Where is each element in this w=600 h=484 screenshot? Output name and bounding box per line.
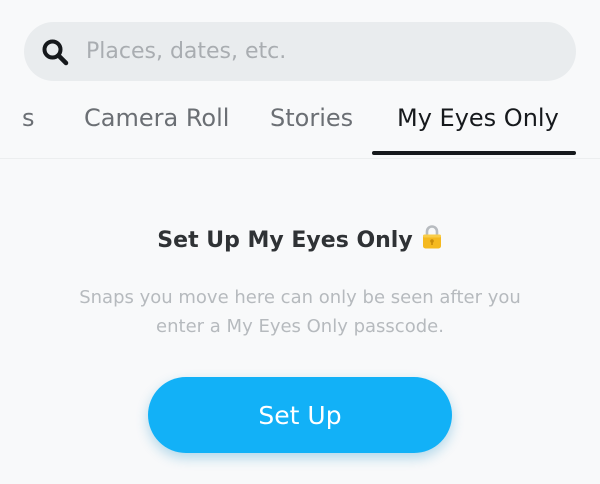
tab-camera-roll[interactable]: Camera Roll: [84, 104, 229, 132]
tab-my-eyes-only[interactable]: My Eyes Only: [397, 104, 559, 132]
set-up-button[interactable]: Set Up: [148, 377, 452, 453]
tab-previous-partial[interactable]: s: [22, 104, 35, 132]
search-bar[interactable]: [24, 22, 576, 81]
tab-bar: s Camera Roll Stories My Eyes Only: [0, 96, 600, 159]
empty-state-title: Set Up My Eyes Only: [0, 224, 600, 253]
lock-icon: [422, 225, 441, 249]
empty-state-description: Snaps you move here can only be seen aft…: [79, 287, 521, 337]
empty-state-title-text: Set Up My Eyes Only: [157, 228, 413, 253]
active-tab-indicator: [372, 151, 576, 155]
tab-stories[interactable]: Stories: [270, 104, 353, 132]
search-input[interactable]: [86, 22, 556, 81]
search-icon: [42, 39, 69, 66]
